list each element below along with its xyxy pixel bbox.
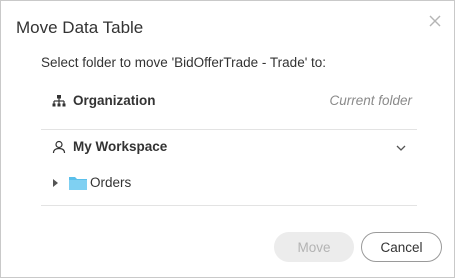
org-hierarchy-icon bbox=[52, 95, 66, 107]
folder-row-orders[interactable]: Orders bbox=[41, 167, 417, 206]
move-data-table-dialog: Move Data Table Select folder to move 'B… bbox=[0, 0, 455, 278]
caret-right-icon[interactable] bbox=[52, 178, 60, 188]
folder-icon bbox=[69, 177, 87, 190]
dialog-title: Move Data Table bbox=[16, 18, 144, 37]
folder-row-my-workspace[interactable]: My Workspace bbox=[41, 131, 417, 165]
organization-label: Organization bbox=[73, 93, 156, 108]
close-icon[interactable] bbox=[427, 13, 443, 29]
current-folder-label: Current folder bbox=[329, 93, 412, 108]
move-button[interactable]: Move bbox=[274, 232, 354, 262]
my-workspace-label: My Workspace bbox=[73, 139, 168, 154]
orders-label: Orders bbox=[90, 175, 132, 190]
cancel-button[interactable]: Cancel bbox=[361, 232, 442, 262]
chevron-down-icon[interactable] bbox=[395, 143, 407, 153]
user-icon bbox=[52, 140, 66, 154]
dialog-subtitle: Select folder to move 'BidOfferTrade - T… bbox=[41, 55, 327, 70]
folder-row-organization[interactable]: Organization Current folder bbox=[41, 85, 417, 130]
